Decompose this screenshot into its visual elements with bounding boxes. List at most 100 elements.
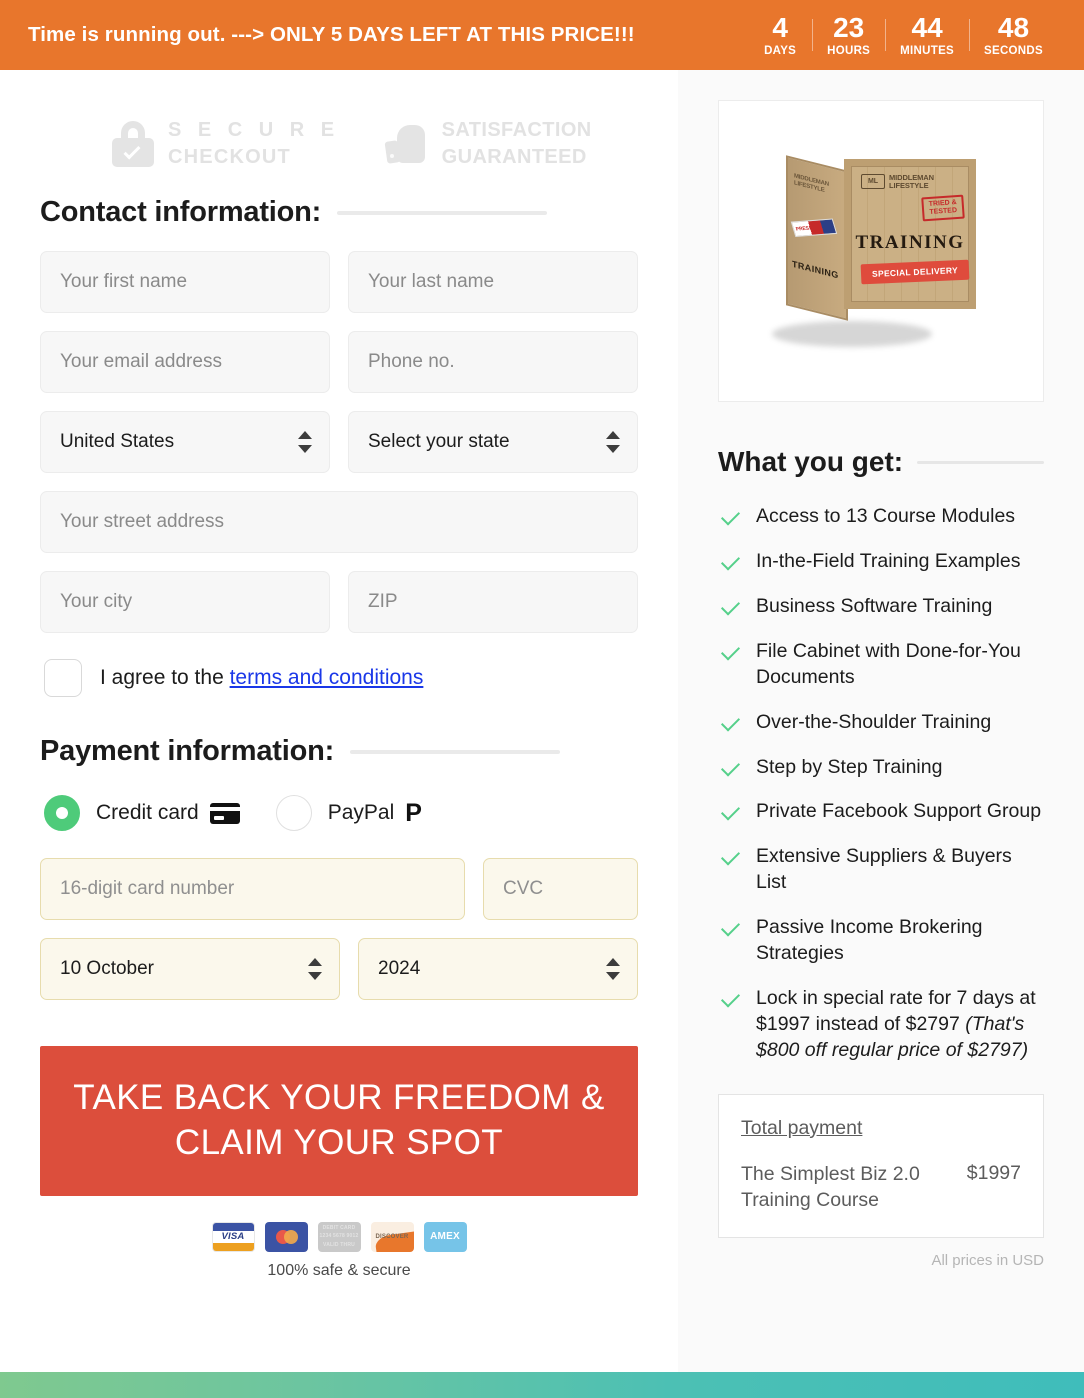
list-item: Business Software Training [720,594,1044,620]
paypal-icon: P [405,798,422,827]
check-icon [720,551,741,571]
phone-input[interactable]: Phone no. [348,331,638,393]
list-item-label: Passive Income Brokering Strategies [756,916,983,965]
list-item-label: Business Software Training [756,594,993,617]
secure-line-1: S E C U R E [168,119,340,141]
generic-card-label: DEBIT CARD 1234 5678 9012 VALID THRU [319,1224,359,1248]
product-image-box: MIDDLEMAN LIFESTYLE PRESS TRAINING ML MI… [718,100,1044,402]
list-item: Extensive Suppliers & Buyers List [720,844,1044,896]
chevron-updown-icon[interactable] [606,431,620,453]
expiry-month-select[interactable]: 10 October [40,938,340,1000]
page-body: S E C U R E CHECKOUT SATISFACTION GUARAN… [0,70,1084,1372]
crate-brand-logo: ML MIDDLEMAN LIFESTYLE [861,174,934,190]
chevron-updown-icon[interactable] [606,958,620,980]
satisfaction-text: SATISFACTION GUARANTEED [442,117,592,171]
lock-icon [112,121,154,167]
discover-card-icon: DISCOVER [370,1221,414,1252]
countdown-minutes-label: MINUTES [900,45,955,58]
countdown-timer: 4 DAYS 23 HOURS 44 MINUTES 48 SECONDS [748,11,1058,58]
crate-front-panel: ML MIDDLEMAN LIFESTYLE TRIED & TESTED TR… [844,159,976,309]
crate-side-training-text: TRAINING [792,258,839,281]
list-item-label: Over-the-Shoulder Training [756,710,992,733]
what-you-get-heading: What you get: [718,446,1044,478]
check-icon [720,988,741,1008]
card-number-input[interactable]: 16-digit card number [40,858,465,920]
email-input[interactable]: Your email address [40,331,330,393]
countdown-unit-minutes: 44 MINUTES [885,11,969,58]
satisfaction-guaranteed-badge: SATISFACTION GUARANTEED [384,117,592,171]
discover-label: DISCOVER [375,1233,409,1240]
terms-checkbox[interactable] [44,659,82,697]
list-item: Access to 13 Course Modules [720,504,1044,530]
expiry-month-value: 10 October [60,958,154,979]
chevron-updown-icon[interactable] [308,958,322,980]
checkout-form-column: S E C U R E CHECKOUT SATISFACTION GUARAN… [0,70,678,1372]
zip-input[interactable]: ZIP [348,571,638,633]
countdown-hours-value: 23 [833,11,865,43]
country-select[interactable]: United States [40,411,330,473]
list-item-label: Private Facebook Support Group [756,800,1042,823]
state-select[interactable]: Select your state [348,411,638,473]
street-address-input[interactable]: Your street address [40,491,638,553]
expiry-row: 10 October 2024 [40,938,638,1000]
credit-card-radio[interactable] [44,795,80,831]
amex-card-icon: AMEX [423,1221,467,1252]
countdown-days-value: 4 [772,11,788,43]
list-item: In-the-Field Training Examples [720,549,1044,575]
expiry-year-select[interactable]: 2024 [358,938,638,1000]
check-icon [720,801,741,821]
country-state-row: United States Select your state [40,411,638,473]
last-name-input[interactable]: Your last name [348,251,638,313]
list-item: Passive Income Brokering Strategies [720,915,1044,967]
countdown-days-label: DAYS [764,45,797,58]
submit-order-button[interactable]: TAKE BACK YOUR FREEDOM & CLAIM YOUR SPOT [40,1046,638,1196]
amex-label: AMEX [430,1231,460,1243]
contact-information-heading: Contact information: [40,196,638,229]
list-item: File Cabinet with Done-for-You Documents [720,639,1044,691]
footer-gradient-strip [0,1372,1084,1398]
crate-side-stamp: PRESS [790,218,838,238]
list-item-label: Lock in special rate for 7 days at $1997… [756,986,1044,1064]
order-summary-column: MIDDLEMAN LIFESTYLE PRESS TRAINING ML MI… [678,70,1084,1372]
heading-divider [350,749,561,754]
secure-checkout-badge: S E C U R E CHECKOUT [112,117,340,171]
first-name-input[interactable]: Your first name [40,251,330,313]
list-item-label: File Cabinet with Done-for-You Documents [756,639,1021,688]
tried-and-tested-stamp: TRIED & TESTED [921,194,965,222]
expiry-year-value: 2024 [378,958,421,979]
city-zip-row: Your city ZIP [40,571,638,633]
what-you-get-list: Access to 13 Course Modules In-the-Field… [720,504,1044,1064]
satisfaction-line-1: SATISFACTION [441,119,592,141]
terms-prefix: I agree to the [100,666,230,689]
chevron-updown-icon[interactable] [298,431,312,453]
cvc-input[interactable]: CVC [483,858,638,920]
name-row: Your first name Your last name [40,251,638,313]
total-payment-box: Total payment The Simplest Biz 2.0 Train… [718,1093,1044,1239]
check-icon [720,917,741,937]
list-item: Over-the-Shoulder Training [720,710,1044,736]
check-icon [720,506,741,526]
state-select-value: Select your state [368,431,510,452]
generic-card-icon: DEBIT CARD 1234 5678 9012 VALID THRU [317,1221,361,1252]
payment-method-row: Credit card PayPal P [44,790,638,836]
countdown-message: Time is running out. ---> ONLY 5 DAYS LE… [28,23,635,46]
crate-brand-line-2: LIFESTYLE [889,180,929,190]
card-number-row: 16-digit card number CVC [40,858,638,920]
credit-card-icon [209,802,240,824]
list-item-label: Extensive Suppliers & Buyers List [756,845,1012,894]
terms-and-conditions-link[interactable]: terms and conditions [230,666,424,689]
total-line-item: The Simplest Biz 2.0 Training Course $19… [741,1162,1021,1213]
accepted-cards: VISA DEBIT CARD 1234 5678 9012 VALID THR… [40,1221,638,1252]
what-you-get-title: What you get: [718,446,904,477]
city-input[interactable]: Your city [40,571,330,633]
crate-training-text: TRAINING [855,232,965,253]
crate-brand-badge: ML [861,174,885,190]
heading-divider [917,460,1044,464]
countdown-seconds-value: 48 [997,11,1030,43]
paypal-radio[interactable] [275,795,312,831]
total-item-name: The Simplest Biz 2.0 Training Course [741,1162,920,1211]
check-icon [720,641,741,661]
satisfaction-line-2: GUARANTEED [441,146,587,168]
visa-card-icon: VISA [211,1221,255,1252]
countdown-minutes-value: 44 [911,11,943,43]
